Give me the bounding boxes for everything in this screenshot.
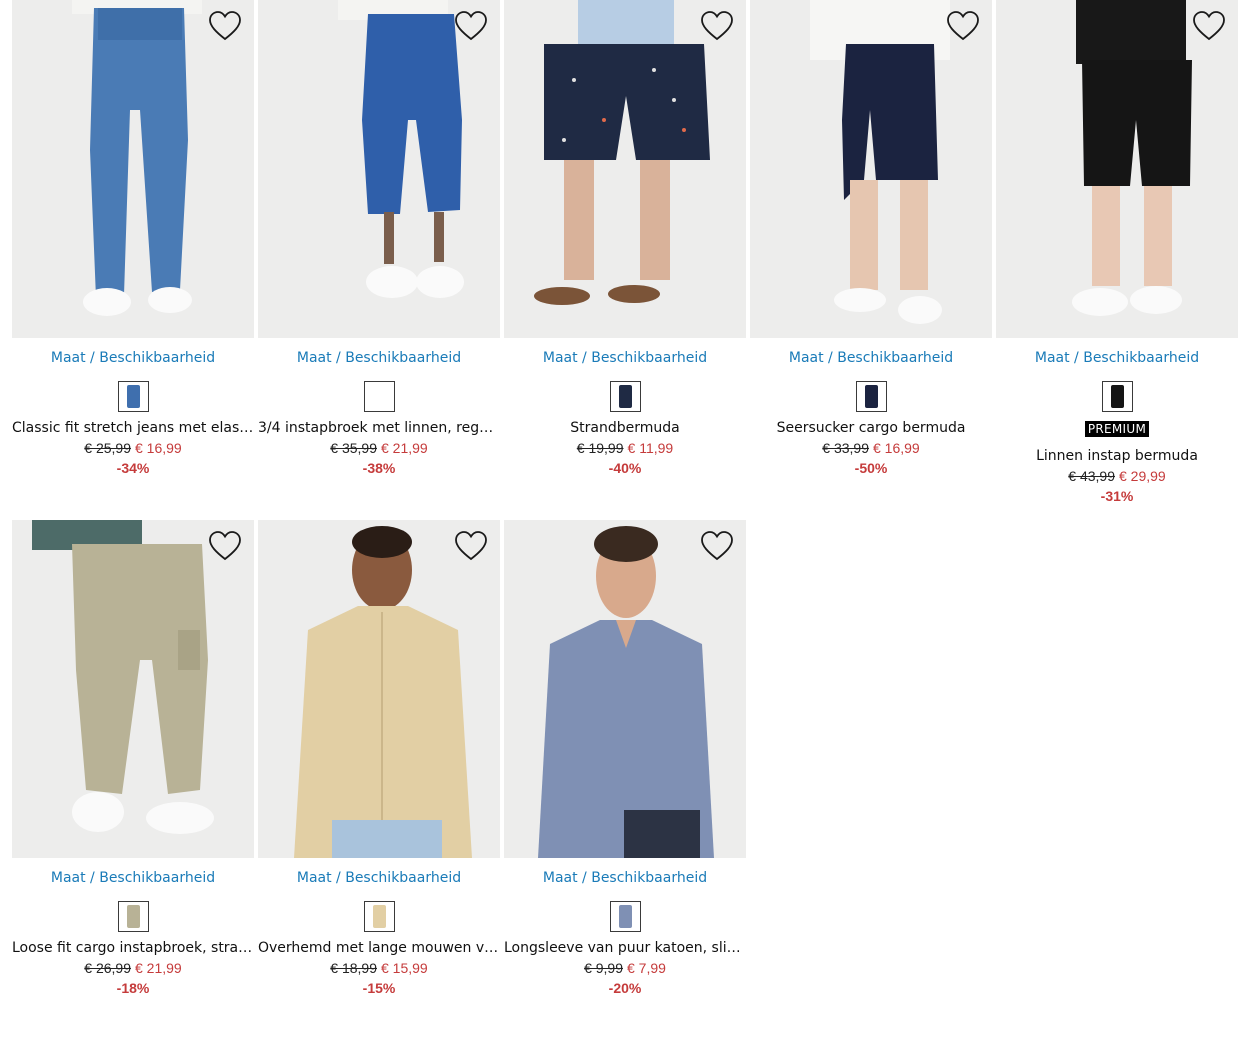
price-row: € 9,99 € 7,99 [504,960,746,977]
product-image[interactable] [12,0,254,338]
sale-price: € 11,99 [627,440,674,456]
product-title[interactable]: Classic fit stretch jeans met elastie… [12,420,254,437]
old-price: € 33,99 [822,440,869,456]
product-image[interactable] [12,520,254,858]
size-availability-link[interactable]: Maat / Beschikbaarheid [12,350,254,366]
product-card[interactable]: Maat / Beschikbaarheid Classic fit stret… [12,0,254,477]
color-swatch[interactable] [609,381,641,412]
product-card[interactable]: Maat / Beschikbaarheid Seersucker cargo … [750,0,992,477]
old-price: € 35,99 [330,440,377,456]
sale-price: € 16,99 [135,440,182,456]
swatch-color [618,385,632,408]
swatch-color [126,385,140,408]
swatch-color [372,385,386,408]
sale-price: € 15,99 [381,960,428,976]
color-swatch[interactable] [1101,381,1133,412]
swatch-color [1110,385,1124,408]
sale-price: € 21,99 [135,960,182,976]
swatch-color [372,905,386,928]
sale-price: € 29,99 [1119,468,1166,484]
wishlist-heart-icon[interactable] [1192,10,1226,42]
product-title[interactable]: Seersucker cargo bermuda [750,420,992,437]
product-photo [504,520,746,858]
wishlist-heart-icon[interactable] [946,10,980,42]
product-photo [258,0,500,338]
product-title[interactable]: Longsleeve van puur katoen, slim fit [504,940,746,957]
product-card[interactable]: Maat / Beschikbaarheid 3/4 instapbroek m… [258,0,500,477]
swatch-color [618,905,632,928]
product-card[interactable]: Maat / Beschikbaarheid Longsleeve van pu… [504,520,746,997]
product-image[interactable] [996,0,1238,338]
discount-badge: -38% [362,460,396,476]
old-price: € 19,99 [576,440,624,456]
sale-price: € 16,99 [873,440,920,456]
color-swatch[interactable] [855,381,887,412]
price-row: € 18,99 € 15,99 [258,960,500,977]
product-image[interactable] [258,520,500,858]
size-availability-link[interactable]: Maat / Beschikbaarheid [504,350,746,366]
discount-badge: -50% [854,460,888,476]
product-photo [996,0,1238,338]
product-title[interactable]: Linnen instap bermuda [996,448,1238,465]
color-swatch[interactable] [363,381,395,412]
product-photo [12,520,254,858]
product-photo [750,0,992,338]
product-photo [504,0,746,338]
price-row: € 26,99 € 21,99 [12,960,254,977]
size-availability-link[interactable]: Maat / Beschikbaarheid [258,870,500,886]
sale-price: € 7,99 [627,960,666,976]
color-swatch[interactable] [363,901,395,932]
product-title[interactable]: Loose fit cargo instapbroek, straight [12,940,254,957]
sale-price: € 21,99 [381,440,428,456]
wishlist-heart-icon[interactable] [700,530,734,562]
product-photo [12,0,254,338]
product-title[interactable]: Strandbermuda [504,420,746,437]
color-swatch[interactable] [117,901,149,932]
product-grid: Maat / Beschikbaarheid Classic fit stret… [0,0,1250,1041]
discount-badge: -18% [116,980,150,996]
product-photo [258,520,500,858]
price-row: € 35,99 € 21,99 [258,440,500,457]
old-price: € 43,99 [1068,468,1115,484]
price-row: € 43,99 € 29,99 [996,468,1238,485]
discount-badge: -15% [362,980,396,996]
product-card[interactable]: Maat / Beschikbaarheid Overhemd met lang… [258,520,500,997]
product-image[interactable] [750,0,992,338]
price-row: € 25,99 € 16,99 [12,440,254,457]
product-image[interactable] [504,0,746,338]
discount-badge: -20% [608,980,642,996]
discount-badge: -31% [1100,488,1134,504]
swatch-color [126,905,140,928]
old-price: € 9,99 [584,960,623,976]
wishlist-heart-icon[interactable] [208,530,242,562]
price-row: € 33,99 € 16,99 [750,440,992,457]
product-title[interactable]: Overhemd met lange mouwen van … [258,940,500,957]
product-image[interactable] [504,520,746,858]
wishlist-heart-icon[interactable] [700,10,734,42]
product-image[interactable] [258,0,500,338]
wishlist-heart-icon[interactable] [208,10,242,42]
product-card[interactable]: Maat / Beschikbaarheid Loose fit cargo i… [12,520,254,997]
product-title[interactable]: 3/4 instapbroek met linnen, regula… [258,420,500,437]
discount-badge: -34% [116,460,150,476]
color-swatch[interactable] [609,901,641,932]
size-availability-link[interactable]: Maat / Beschikbaarheid [996,350,1238,366]
wishlist-heart-icon[interactable] [454,530,488,562]
product-card[interactable]: Maat / Beschikbaarheid Strandbermuda € 1… [504,0,746,477]
size-availability-link[interactable]: Maat / Beschikbaarheid [12,870,254,886]
size-availability-link[interactable]: Maat / Beschikbaarheid [258,350,500,366]
old-price: € 26,99 [84,960,131,976]
price-row: € 19,99 € 11,99 [504,440,746,457]
swatch-color [864,385,878,408]
old-price: € 25,99 [84,440,131,456]
size-availability-link[interactable]: Maat / Beschikbaarheid [504,870,746,886]
discount-badge: -40% [608,460,642,476]
wishlist-heart-icon[interactable] [454,10,488,42]
premium-badge: PREMIUM [1084,421,1150,437]
color-swatch[interactable] [117,381,149,412]
product-card[interactable]: Maat / Beschikbaarheid PREMIUM Linnen in… [996,0,1238,505]
size-availability-link[interactable]: Maat / Beschikbaarheid [750,350,992,366]
old-price: € 18,99 [330,960,377,976]
